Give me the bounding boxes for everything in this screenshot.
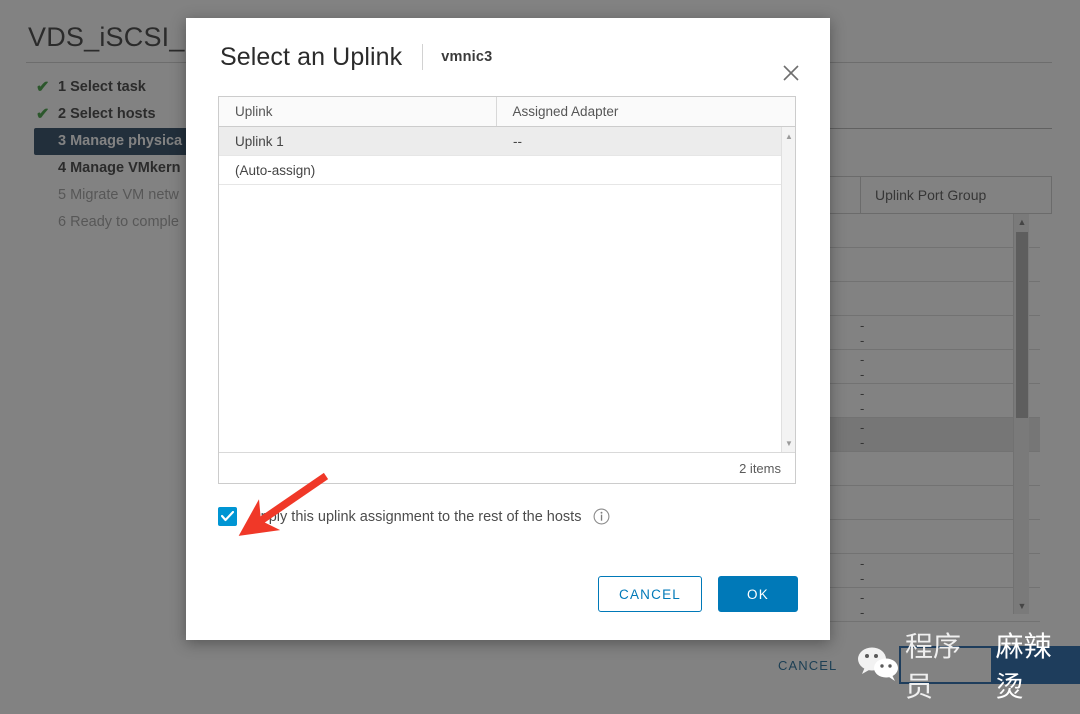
column-header-uplink[interactable]: Uplink [219,97,497,126]
ok-button[interactable]: OK [718,576,798,612]
column-header-assigned-adapter[interactable]: Assigned Adapter [497,97,795,126]
cancel-button[interactable]: CANCEL [598,576,702,612]
wechat-glyph [858,647,898,681]
title-separator [422,44,424,70]
uplink-table-body: Uplink 1 -- (Auto-assign) [219,127,795,452]
close-button[interactable] [776,58,806,88]
dialog-subtitle: vmnic3 [441,49,493,65]
watermark-text-boxed: 程序员 [899,630,993,703]
screen-root: VDS_iSCSI_S ✔ 1 Select task ✔ 2 Select h… [0,0,1080,714]
cell-assigned-adapter: -- [513,133,522,149]
uplink-table-scrollbar[interactable]: ▲ ▼ [781,127,795,452]
dialog-footer: CANCEL OK [186,548,830,640]
dialog-title: Select an Uplink [220,42,403,71]
dialog-body: Uplink Assigned Adapter Uplink 1 -- (Aut… [186,96,830,548]
watermark: 程序员 麻辣烫 [855,630,1080,703]
uplink-table: Uplink Assigned Adapter Uplink 1 -- (Aut… [218,96,796,484]
uplink-table-footer: 2 items [219,452,795,483]
info-icon[interactable] [593,508,610,525]
table-row-auto-assign[interactable]: (Auto-assign) [219,156,795,185]
close-icon [783,65,799,81]
watermark-text-filled: 麻辣烫 [992,630,1080,703]
apply-uplink-checkbox[interactable] [218,507,237,526]
cell-uplink: Uplink 1 [235,133,284,149]
checkmark-icon [221,511,234,522]
uplink-table-header: Uplink Assigned Adapter [219,97,795,127]
wechat-logo-icon [855,645,903,685]
scroll-up-icon[interactable]: ▲ [782,129,796,143]
apply-uplink-label: Apply this uplink assignment to the rest… [251,508,582,525]
scroll-down-icon[interactable]: ▼ [782,436,796,450]
item-count: 2 items [739,460,781,476]
info-circle-icon [594,508,610,525]
select-uplink-dialog: Select an Uplink vmnic3 Uplink Assigned … [186,18,830,640]
cell-uplink: (Auto-assign) [235,162,316,178]
table-row-uplink-1[interactable]: Uplink 1 -- [219,127,795,156]
dialog-header: Select an Uplink vmnic3 [186,18,830,96]
apply-uplink-row: Apply this uplink assignment to the rest… [218,507,798,526]
